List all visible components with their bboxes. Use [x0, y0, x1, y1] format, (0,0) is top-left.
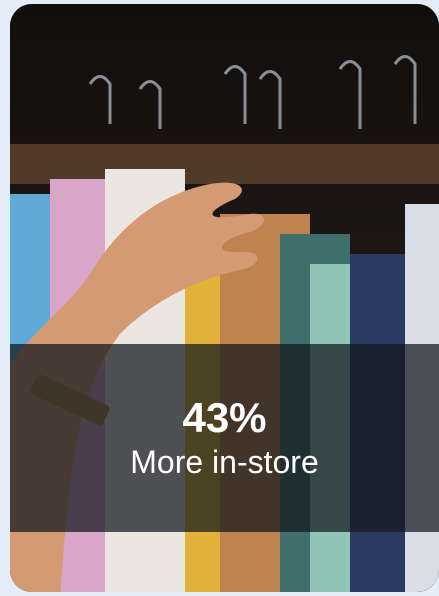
stat-label: More in-store [130, 444, 319, 480]
stat-overlay: 43% More in-store [10, 344, 439, 532]
promo-card: 43% More in-store [10, 4, 439, 592]
stat-value: 43% [182, 394, 267, 441]
